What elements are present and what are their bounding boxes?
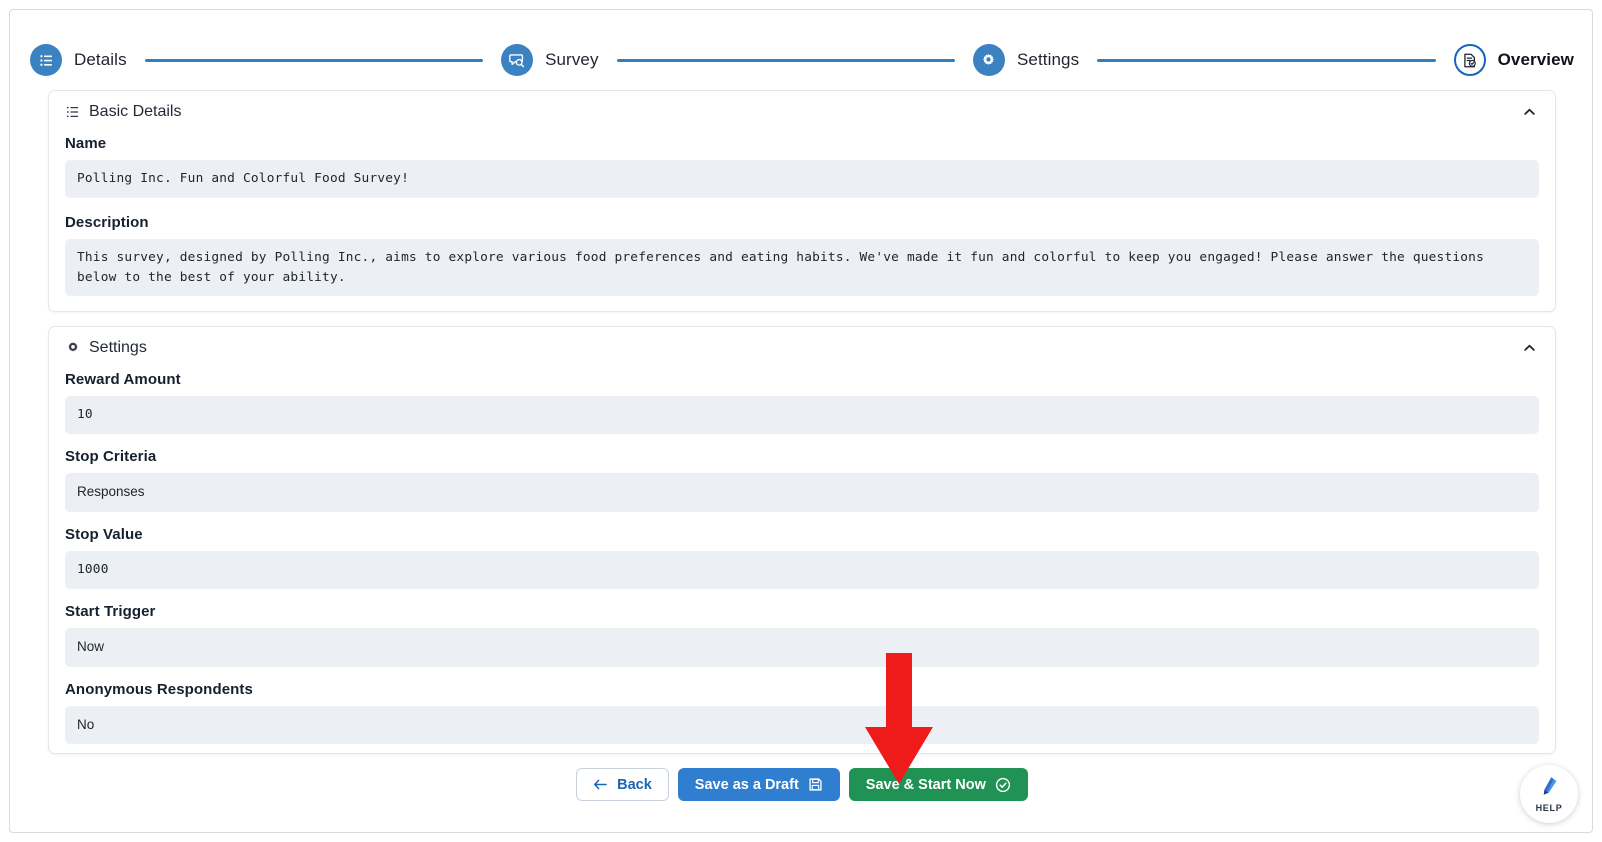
chevron-up-icon[interactable] [1522, 341, 1537, 356]
stepper-connector-1 [144, 58, 484, 62]
field-start-trigger: Start Trigger Now [49, 603, 1555, 667]
step-survey-label: Survey [545, 50, 599, 69]
field-start-trigger-label: Start Trigger [65, 602, 156, 620]
step-details-label: Details [74, 50, 127, 69]
field-stop-criteria: Stop Criteria Responses [49, 448, 1555, 512]
field-stop-criteria-value[interactable]: Responses [65, 472, 1539, 512]
field-start-trigger-value[interactable]: Now [65, 627, 1539, 667]
gear-icon [980, 52, 997, 69]
field-description: Description This survey, designed by Pol… [49, 214, 1555, 297]
footer-action-bar: Back Save as a Draft Save & Start Now [10, 768, 1592, 801]
basic-details-card: Basic Details Name Polling Inc. Fun and … [48, 90, 1556, 312]
field-reward-amount-value[interactable]: 10 [65, 396, 1539, 434]
step-overview-label: Overview [1497, 50, 1574, 69]
field-anonymous-respondents: Anonymous Respondents No [49, 681, 1555, 745]
pen-icon [1538, 775, 1560, 802]
save-and-start-now-label: Save & Start Now [865, 776, 986, 793]
survey-search-icon [508, 51, 526, 69]
settings-title: Settings [89, 339, 147, 356]
help-widget-label: HELP [1535, 803, 1563, 813]
wizard-stepper: Details Survey Settings Overview [30, 30, 1574, 90]
arrow-left-icon [593, 778, 608, 791]
field-reward-amount: Reward Amount 10 [49, 371, 1555, 434]
stepper-connector-3 [1097, 58, 1436, 62]
back-button[interactable]: Back [576, 768, 669, 801]
step-settings-label: Settings [1016, 50, 1080, 69]
field-reward-amount-label: Reward Amount [65, 371, 181, 388]
basic-details-title-group: Basic Details [66, 103, 181, 121]
field-name: Name Polling Inc. Fun and Colorful Food … [49, 135, 1555, 198]
gear-icon [66, 341, 80, 355]
back-button-label: Back [617, 776, 652, 793]
check-circle-icon [995, 777, 1011, 793]
help-widget-button[interactable]: HELP [1520, 765, 1578, 823]
stepper-step-settings[interactable]: Settings [972, 44, 1080, 76]
step-overview-circle[interactable] [1453, 44, 1486, 76]
step-details-circle[interactable] [30, 44, 62, 76]
stepper-step-details[interactable]: Details [30, 44, 127, 76]
document-check-icon [1461, 52, 1478, 69]
field-description-value[interactable]: This survey, designed by Polling Inc., a… [65, 238, 1539, 297]
floppy-disk-icon [808, 777, 823, 792]
bullet-list-icon [66, 105, 80, 119]
field-name-label: Name [65, 135, 107, 152]
field-stop-value-value[interactable]: 1000 [65, 550, 1539, 589]
app-window: Details Survey Settings Overview Basic D… [9, 9, 1593, 833]
field-anonymous-respondents-value[interactable]: No [65, 705, 1539, 745]
basic-details-header[interactable]: Basic Details [49, 91, 1555, 133]
stepper-connector-2 [616, 58, 955, 62]
stepper-step-overview[interactable]: Overview [1453, 44, 1574, 76]
field-description-label: Description [65, 213, 149, 231]
step-survey-circle[interactable] [501, 44, 534, 76]
field-stop-criteria-label: Stop Criteria [65, 447, 157, 465]
basic-details-title: Basic Details [89, 103, 182, 120]
field-stop-value: Stop Value 1000 [49, 526, 1555, 589]
field-anonymous-respondents-label: Anonymous Respondents [65, 680, 253, 698]
settings-title-group: Settings [66, 339, 147, 357]
field-name-value[interactable]: Polling Inc. Fun and Colorful Food Surve… [65, 160, 1539, 198]
chevron-up-icon[interactable] [1522, 105, 1537, 120]
settings-header[interactable]: Settings [49, 327, 1555, 369]
step-settings-circle[interactable] [972, 44, 1005, 76]
stepper-step-survey[interactable]: Survey [501, 44, 599, 76]
list-icon [38, 52, 55, 69]
save-as-draft-button[interactable]: Save as a Draft [677, 768, 840, 801]
save-as-draft-label: Save as a Draft [694, 776, 799, 793]
save-and-start-now-button[interactable]: Save & Start Now [848, 768, 1028, 801]
settings-card: Settings Reward Amount 10 Stop Criteria … [48, 326, 1556, 754]
field-stop-value-label: Stop Value [65, 525, 143, 543]
